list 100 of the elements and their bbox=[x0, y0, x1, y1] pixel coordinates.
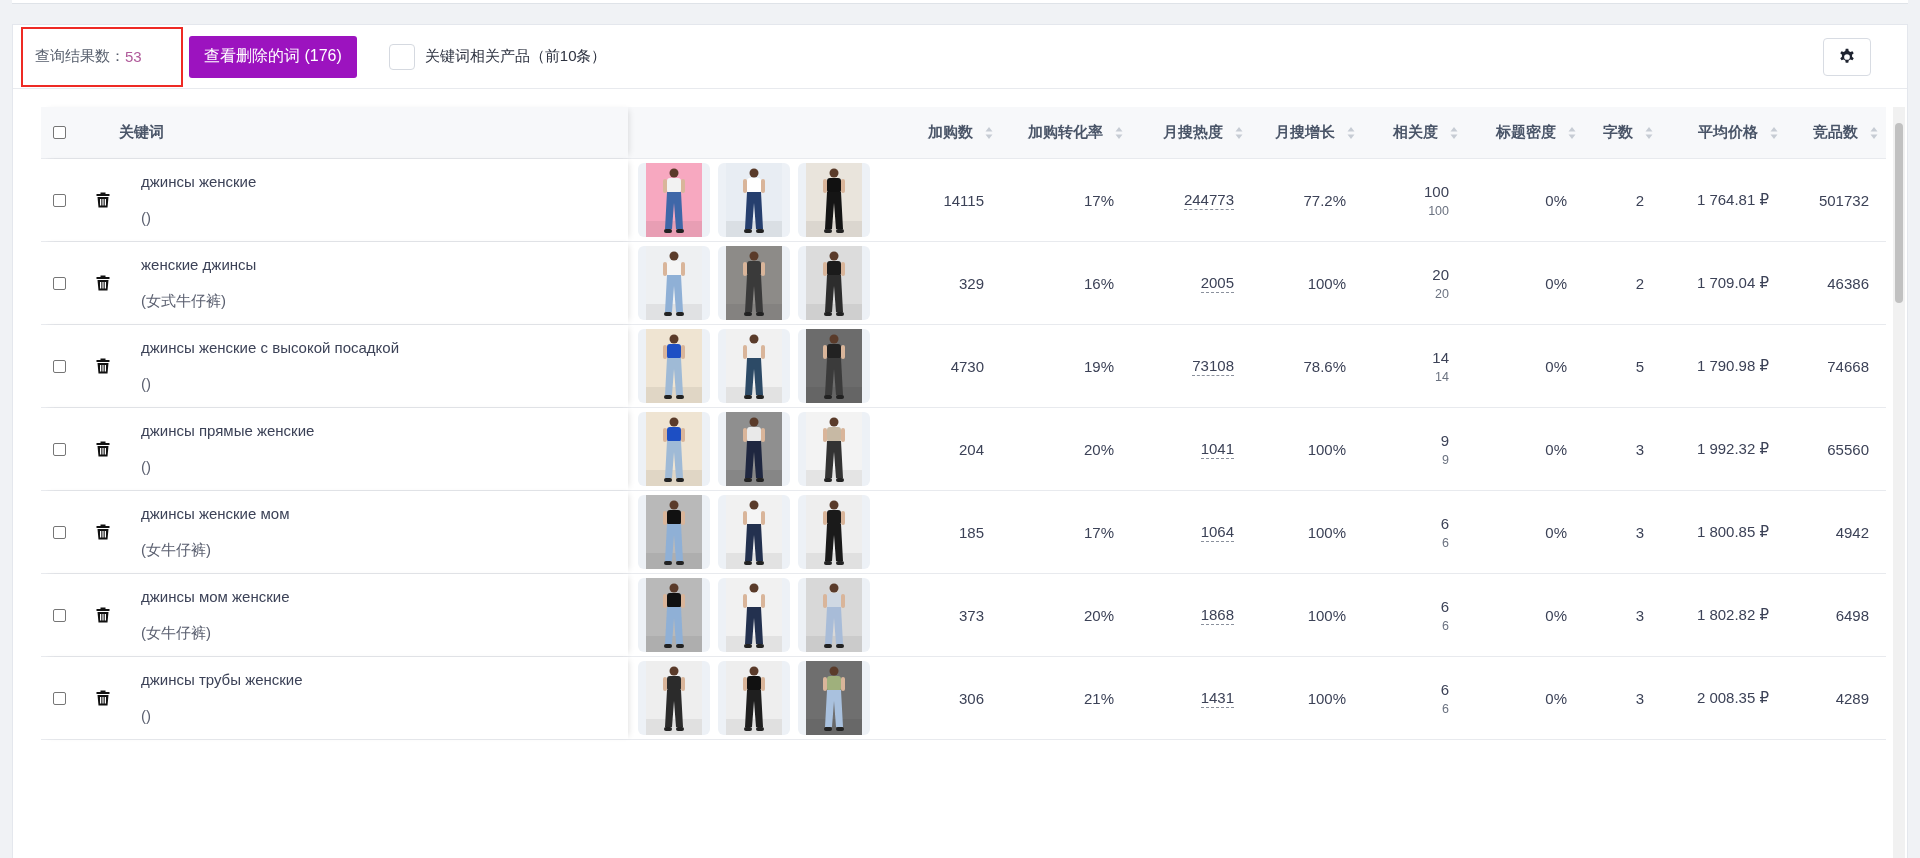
keyword-translation: (女牛仔裤) bbox=[141, 624, 212, 642]
keyword: джинсы женские с высокой посадкой bbox=[141, 339, 400, 357]
table-cell: 20% bbox=[1083, 606, 1114, 624]
keyword: джинсы женские мом bbox=[141, 505, 290, 523]
deleted-words-button[interactable]: 查看删除的词 (176) bbox=[189, 35, 357, 78]
table-cell: 6 bbox=[1442, 701, 1449, 716]
settings-icon bbox=[1838, 47, 1856, 66]
table-cell: 20 bbox=[1432, 265, 1449, 283]
table-cell: 329 bbox=[958, 274, 984, 292]
column-header[interactable]: 加购转化率 bbox=[1028, 123, 1103, 142]
table-cell: 3 bbox=[1635, 689, 1644, 707]
trash-icon[interactable] bbox=[96, 275, 110, 291]
column-header[interactable]: 加购数 bbox=[928, 123, 973, 142]
table-cell: 185 bbox=[958, 523, 984, 541]
column-header[interactable]: 平均价格 bbox=[1698, 123, 1758, 142]
keyword-translation: (女式牛仔裤) bbox=[141, 292, 227, 310]
table-cell: 6 bbox=[1440, 597, 1449, 615]
table-cell: 306 bbox=[958, 689, 984, 707]
trash-icon[interactable] bbox=[96, 192, 110, 208]
column-header[interactable]: 竞品数 bbox=[1813, 123, 1858, 142]
table-cell[interactable]: 244773 bbox=[1183, 190, 1234, 210]
column-header[interactable]: 月搜增长 bbox=[1275, 123, 1335, 142]
table-cell: 4942 bbox=[1835, 523, 1869, 541]
table-cell: 0% bbox=[1545, 689, 1567, 707]
table-cell[interactable]: 73108 bbox=[1192, 356, 1234, 376]
table-cell: 100% bbox=[1307, 274, 1346, 292]
table-cell: 20 bbox=[1435, 286, 1449, 301]
checkbox[interactable] bbox=[52, 442, 66, 456]
table-cell: 19% bbox=[1083, 357, 1114, 375]
table-cell: 1 709.04 ₽ bbox=[1696, 274, 1769, 292]
result-count-label: 查询结果数： bbox=[35, 47, 125, 66]
table-cell: 0% bbox=[1545, 523, 1567, 541]
table-cell[interactable]: 1064 bbox=[1200, 522, 1234, 542]
keyword: джинсы мом женские bbox=[141, 588, 290, 606]
table-cell: 5 bbox=[1635, 357, 1644, 375]
table-cell: 77.2% bbox=[1303, 191, 1346, 209]
table-cell: 0% bbox=[1545, 357, 1567, 375]
table-cell: 16% bbox=[1083, 274, 1114, 292]
table-cell: 100% bbox=[1307, 440, 1346, 458]
checkbox[interactable] bbox=[52, 359, 66, 373]
table-cell: 6498 bbox=[1835, 606, 1869, 624]
checkbox[interactable] bbox=[52, 691, 66, 705]
keyword-translation: () bbox=[141, 209, 152, 227]
column-header[interactable]: 标题密度 bbox=[1496, 123, 1556, 142]
keyword-translation: () bbox=[141, 375, 152, 393]
keyword-translation: () bbox=[141, 707, 152, 725]
table-cell: 204 bbox=[958, 440, 984, 458]
table-cell: 501732 bbox=[1818, 191, 1869, 209]
trash-icon[interactable] bbox=[96, 690, 110, 706]
keyword: джинсы трубы женские bbox=[141, 671, 303, 689]
scrollbar[interactable] bbox=[1893, 107, 1905, 858]
checkbox[interactable] bbox=[52, 276, 66, 290]
table-cell: 2 008.35 ₽ bbox=[1696, 689, 1769, 707]
table-cell[interactable]: 2005 bbox=[1200, 273, 1234, 293]
table-cell: 1 800.85 ₽ bbox=[1696, 523, 1769, 541]
trash-icon[interactable] bbox=[96, 524, 110, 540]
table-cell: 3 bbox=[1635, 440, 1644, 458]
table-cell[interactable]: 1431 bbox=[1200, 688, 1234, 708]
table-cell: 2 bbox=[1635, 191, 1644, 209]
table-cell: 1 764.81 ₽ bbox=[1696, 191, 1769, 209]
trash-icon[interactable] bbox=[96, 358, 110, 374]
table-cell[interactable]: 1041 bbox=[1200, 439, 1234, 459]
table-cell: 1 802.82 ₽ bbox=[1696, 606, 1769, 624]
table-cell: 100% bbox=[1307, 689, 1346, 707]
table-cell: 78.6% bbox=[1303, 357, 1346, 375]
table-cell: 4730 bbox=[950, 357, 984, 375]
table-cell: 3 bbox=[1635, 523, 1644, 541]
table-cell: 100% bbox=[1307, 523, 1346, 541]
table-cell: 0% bbox=[1545, 440, 1567, 458]
trash-icon[interactable] bbox=[96, 607, 110, 623]
checkbox[interactable] bbox=[52, 525, 66, 539]
table-cell: 100 bbox=[1428, 203, 1449, 218]
table-cell: 46386 bbox=[1827, 274, 1869, 292]
result-count: 53 bbox=[125, 48, 142, 65]
table-cell: 74668 bbox=[1827, 357, 1869, 375]
column-header[interactable]: 相关度 bbox=[1393, 123, 1438, 142]
table-cell: 6 bbox=[1440, 680, 1449, 698]
column-header: 关键词 bbox=[119, 123, 164, 142]
table-cell[interactable]: 1868 bbox=[1200, 605, 1234, 625]
column-header[interactable]: 月搜热度 bbox=[1163, 123, 1223, 142]
column-header[interactable]: 字数 bbox=[1603, 123, 1633, 142]
checkbox[interactable] bbox=[52, 126, 66, 139]
table-cell: 9 bbox=[1442, 452, 1449, 467]
table-cell: 1 992.32 ₽ bbox=[1696, 440, 1769, 458]
checkbox-label: 关键词相关产品（前10条） bbox=[424, 47, 607, 66]
table-cell: 6 bbox=[1440, 514, 1449, 532]
table-cell: 4289 bbox=[1835, 689, 1869, 707]
keyword-translation: () bbox=[141, 458, 152, 476]
table-cell: 3 bbox=[1635, 606, 1644, 624]
table-cell: 2 bbox=[1635, 274, 1644, 292]
table-cell: 1 790.98 ₽ bbox=[1696, 357, 1769, 375]
checkbox[interactable] bbox=[52, 193, 66, 207]
table-cell: 17% bbox=[1083, 523, 1114, 541]
trash-icon[interactable] bbox=[96, 441, 110, 457]
checkbox[interactable] bbox=[52, 608, 66, 622]
keyword: джинсы женские bbox=[141, 173, 257, 191]
table-cell: 14115 bbox=[943, 191, 984, 209]
table-cell: 0% bbox=[1545, 606, 1567, 624]
settings-button[interactable] bbox=[1823, 37, 1871, 76]
keyword: женские джинсы bbox=[141, 256, 257, 274]
